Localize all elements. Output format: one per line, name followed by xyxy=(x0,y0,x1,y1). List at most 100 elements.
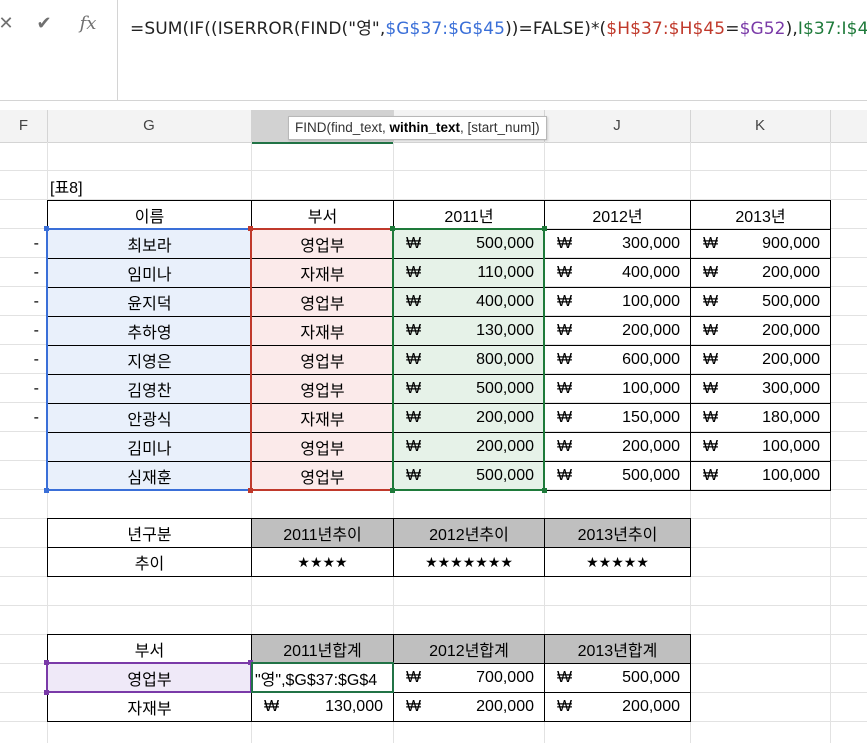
worksheet-grid[interactable]: [표8] 이름 부서 2011년 2012년 2013년 - 최보라 영업부 ₩… xyxy=(0,142,867,743)
dept-cell[interactable]: 자재부 xyxy=(251,258,394,288)
amount-cell[interactable]: ₩200,000 xyxy=(393,403,545,433)
sum-dept-cell[interactable]: 영업부 xyxy=(47,663,252,693)
formula-input[interactable]: =SUM(IF((ISERROR(FIND("영",$G$37:$G$45))=… xyxy=(117,0,867,100)
range-handle[interactable] xyxy=(248,226,253,231)
name-cell[interactable]: 추하영 xyxy=(47,316,252,346)
amount-cell[interactable]: ₩400,000 xyxy=(544,258,691,288)
amount-cell[interactable]: ₩200,000 xyxy=(393,432,545,462)
x-icon[interactable]: ✕ xyxy=(0,8,20,38)
header-2011[interactable]: 2011년 xyxy=(393,200,545,230)
dept-cell[interactable]: 영업부 xyxy=(251,287,394,317)
trend-header-label[interactable]: 년구분 xyxy=(47,518,252,548)
dept-cell[interactable]: 영업부 xyxy=(251,374,394,404)
check-icon[interactable]: ✔ xyxy=(30,8,58,38)
range-handle[interactable] xyxy=(248,660,253,665)
name-cell[interactable]: 안광식 xyxy=(47,403,252,433)
table-cell[interactable]: - xyxy=(0,403,47,433)
table-cell[interactable]: - xyxy=(0,229,47,259)
amount-cell[interactable]: ₩110,000 xyxy=(393,258,545,288)
fx-icon[interactable]: fx xyxy=(74,8,102,38)
column-header-k[interactable]: K xyxy=(690,110,831,142)
amount-cell[interactable]: ₩300,000 xyxy=(690,374,831,404)
sum-dept-cell[interactable]: 자재부 xyxy=(47,692,252,722)
amount-cell[interactable]: ₩500,000 xyxy=(393,229,545,259)
sum-header-dept[interactable]: 부서 xyxy=(47,634,252,664)
trend-stars-2011[interactable]: ★★★★ xyxy=(251,547,394,577)
name-cell[interactable]: 심재훈 xyxy=(47,461,252,491)
amount-cell[interactable]: ₩300,000 xyxy=(544,229,691,259)
amount-cell[interactable]: ₩100,000 xyxy=(544,287,691,317)
dept-cell[interactable]: 자재부 xyxy=(251,403,394,433)
range-handle[interactable] xyxy=(542,226,547,231)
amount-cell[interactable]: ₩100,000 xyxy=(690,432,831,462)
trend-header-2011[interactable]: 2011년추이 xyxy=(251,518,394,548)
sum-amount-cell[interactable]: ₩700,000 xyxy=(393,663,545,693)
trend-stars-2013[interactable]: ★★★★★ xyxy=(544,547,691,577)
amount-cell[interactable]: ₩200,000 xyxy=(544,316,691,346)
amount-cell[interactable]: ₩180,000 xyxy=(690,403,831,433)
trend-stars-2012[interactable]: ★★★★★★★ xyxy=(393,547,545,577)
function-tooltip[interactable]: FIND(find_text, within_text, [start_num]… xyxy=(288,116,547,140)
sum-header-2011[interactable]: 2011년합계 xyxy=(251,634,394,664)
table-cell[interactable]: - xyxy=(0,258,47,288)
amount-cell[interactable]: ₩200,000 xyxy=(544,432,691,462)
column-header-g[interactable]: G xyxy=(47,110,252,142)
sum-amount-cell[interactable]: ₩200,000 xyxy=(393,692,545,722)
amount-cell[interactable]: ₩100,000 xyxy=(690,461,831,491)
dept-cell[interactable]: 영업부 xyxy=(251,229,394,259)
range-handle[interactable] xyxy=(542,488,547,493)
amount-cell[interactable]: ₩200,000 xyxy=(690,258,831,288)
dept-cell[interactable]: 자재부 xyxy=(251,316,394,346)
table-cell[interactable]: - xyxy=(0,345,47,375)
range-handle[interactable] xyxy=(44,690,49,695)
amount-cell[interactable]: ₩900,000 xyxy=(690,229,831,259)
amount-cell[interactable]: ₩500,000 xyxy=(544,461,691,491)
header-dept[interactable]: 부서 xyxy=(251,200,394,230)
name-cell[interactable]: 지영은 xyxy=(47,345,252,375)
name-cell[interactable]: 윤지덕 xyxy=(47,287,252,317)
name-cell[interactable]: 임미나 xyxy=(47,258,252,288)
table-label[interactable]: [표8] xyxy=(50,171,83,200)
sum-amount-cell[interactable]: ₩200,000 xyxy=(544,692,691,722)
range-handle[interactable] xyxy=(390,488,395,493)
sum-header-2013[interactable]: 2013년합계 xyxy=(544,634,691,664)
dept-cell[interactable]: 영업부 xyxy=(251,461,394,491)
dept-cell[interactable]: 영업부 xyxy=(251,432,394,462)
amount-cell[interactable]: ₩400,000 xyxy=(393,287,545,317)
table-cell[interactable]: - xyxy=(0,374,47,404)
header-2012[interactable]: 2012년 xyxy=(544,200,691,230)
trend-row-label[interactable]: 추이 xyxy=(47,547,252,577)
table-cell[interactable]: - xyxy=(0,287,47,317)
trend-header-2013[interactable]: 2013년추이 xyxy=(544,518,691,548)
trend-header-2012[interactable]: 2012년추이 xyxy=(393,518,545,548)
active-cell-editor[interactable]: "영",$G$37:$G$4 xyxy=(252,663,393,692)
amount-cell[interactable]: ₩200,000 xyxy=(690,345,831,375)
name-cell[interactable]: 김미나 xyxy=(47,432,252,462)
column-header-j[interactable]: J xyxy=(544,110,691,142)
column-header-f[interactable]: F xyxy=(0,110,48,142)
header-name[interactable]: 이름 xyxy=(47,200,252,230)
amount-cell[interactable]: ₩130,000 xyxy=(393,316,545,346)
formula-text[interactable]: =SUM(IF((ISERROR(FIND("영",$G$37:$G$45))=… xyxy=(130,14,867,39)
name-cell[interactable]: 최보라 xyxy=(47,229,252,259)
amount-cell[interactable]: ₩100,000 xyxy=(544,374,691,404)
name-cell[interactable]: 김영찬 xyxy=(47,374,252,404)
dept-cell[interactable]: 영업부 xyxy=(251,345,394,375)
amount-cell[interactable]: ₩600,000 xyxy=(544,345,691,375)
sum-header-2012[interactable]: 2012년합계 xyxy=(393,634,545,664)
header-2013[interactable]: 2013년 xyxy=(690,200,831,230)
sum-amount-cell[interactable]: ₩500,000 xyxy=(544,663,691,693)
range-handle[interactable] xyxy=(44,488,49,493)
range-handle[interactable] xyxy=(44,226,49,231)
amount-cell[interactable]: ₩150,000 xyxy=(544,403,691,433)
range-handle[interactable] xyxy=(390,226,395,231)
amount-cell[interactable]: ₩500,000 xyxy=(690,287,831,317)
range-handle[interactable] xyxy=(44,660,49,665)
amount-cell[interactable]: ₩500,000 xyxy=(393,374,545,404)
amount-cell[interactable]: ₩500,000 xyxy=(393,461,545,491)
amount-cell[interactable]: ₩800,000 xyxy=(393,345,545,375)
sum-amount-cell[interactable]: ₩130,000 xyxy=(251,692,394,722)
range-handle[interactable] xyxy=(248,488,253,493)
amount-cell[interactable]: ₩200,000 xyxy=(690,316,831,346)
table-cell[interactable]: - xyxy=(0,316,47,346)
